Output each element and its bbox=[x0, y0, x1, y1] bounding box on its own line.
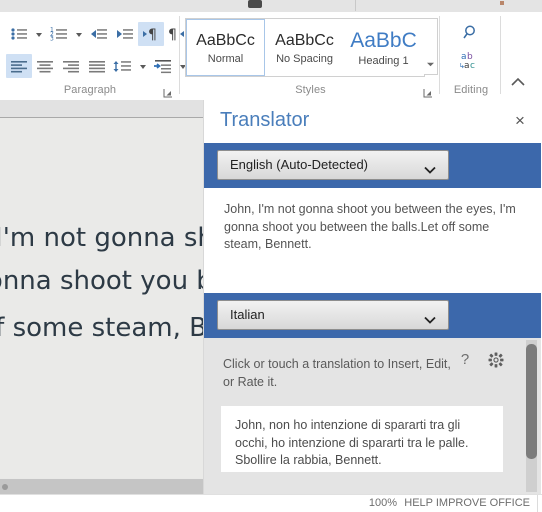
ribbon-group-paragraph: 1 2 3 ¶ ¶ Paragraph bbox=[0, 12, 186, 100]
group-separator bbox=[439, 16, 440, 94]
paragraph-row-1: 1 2 3 ¶ ¶ bbox=[6, 22, 190, 46]
source-language-dropdown[interactable]: English (Auto-Detected) bbox=[217, 150, 449, 180]
horizontal-scrollbar[interactable] bbox=[0, 479, 203, 495]
chevron-down-icon[interactable] bbox=[32, 22, 46, 46]
ribbon-group-styles: AaBbCc Normal AaBbCc No Spacing AaBbC He… bbox=[181, 12, 440, 100]
ribbon: 1 2 3 ¶ ¶ Paragraph AaBbCc Normal AaBbCc… bbox=[0, 12, 542, 101]
group-separator bbox=[500, 16, 501, 94]
align-center-icon[interactable] bbox=[32, 54, 58, 78]
line-spacing-icon[interactable] bbox=[110, 54, 136, 78]
chevron-up-icon[interactable] bbox=[508, 74, 528, 92]
align-right-icon[interactable] bbox=[58, 54, 84, 78]
vertical-scrollbar[interactable] bbox=[526, 340, 537, 492]
group-label-paragraph: Paragraph bbox=[63, 84, 117, 96]
group-label-styles: Styles bbox=[295, 84, 326, 96]
replace-ab-ac-icon[interactable]: a b ↳ a c bbox=[457, 48, 483, 72]
style-sample: AaBbC bbox=[350, 28, 417, 52]
document-page[interactable]: John, I'm not gonna shoot you between th… bbox=[0, 118, 203, 478]
zoom-level[interactable]: 100% bbox=[369, 497, 397, 509]
word-window: 1 2 3 ¶ ¶ Paragraph AaBbCc Normal AaBbCc… bbox=[0, 0, 542, 512]
help-improve-office-link[interactable]: HELP IMPROVE OFFICE bbox=[404, 497, 530, 509]
svg-text:c: c bbox=[470, 61, 475, 71]
document-line: Let off some steam, Bennett. bbox=[0, 313, 203, 343]
document-area: John, I'm not gonna shoot you between th… bbox=[0, 100, 203, 495]
status-bar: 100% HELP IMPROVE OFFICE bbox=[0, 494, 542, 512]
scroll-marker bbox=[2, 484, 8, 490]
translation-result-text: John, non ho intenzione di spararti tra … bbox=[235, 418, 469, 467]
translator-pane: Translator × English (Auto-Detected) Joh… bbox=[203, 100, 542, 495]
horizontal-ruler bbox=[0, 100, 203, 118]
numbered-list-icon[interactable]: 1 2 3 bbox=[46, 22, 72, 46]
chevron-down-icon[interactable] bbox=[72, 22, 86, 46]
source-text: John, I'm not gonna shoot you between th… bbox=[224, 202, 516, 251]
style-sample: AaBbCc bbox=[275, 31, 334, 49]
gear-icon[interactable] bbox=[487, 351, 505, 369]
svg-text:¶: ¶ bbox=[148, 27, 157, 43]
help-icon[interactable]: ? bbox=[456, 351, 474, 369]
svg-text:a: a bbox=[464, 61, 470, 71]
justify-icon[interactable] bbox=[84, 54, 110, 78]
shading-icon[interactable] bbox=[150, 54, 176, 78]
source-language-value: English (Auto-Detected) bbox=[230, 157, 369, 172]
style-item-no-spacing[interactable]: AaBbCc No Spacing bbox=[265, 19, 344, 76]
chevron-down-icon bbox=[424, 161, 436, 174]
magnifier-icon[interactable] bbox=[457, 21, 483, 45]
target-language-band: Italian bbox=[204, 293, 541, 338]
target-language-dropdown[interactable]: Italian bbox=[217, 300, 449, 330]
dialog-launcher[interactable] bbox=[163, 85, 173, 98]
align-left-icon[interactable] bbox=[6, 54, 32, 78]
scrollbar-thumb[interactable] bbox=[526, 344, 537, 459]
ribbon-tab-divider bbox=[355, 0, 356, 11]
style-name: Heading 1 bbox=[358, 54, 409, 67]
style-sample: AaBbCc bbox=[196, 31, 255, 49]
styles-gallery[interactable]: AaBbCc Normal AaBbCc No Spacing AaBbC He… bbox=[185, 18, 425, 77]
close-icon[interactable]: × bbox=[511, 112, 529, 130]
more-styles-icon[interactable] bbox=[424, 18, 438, 75]
source-language-band: English (Auto-Detected) bbox=[204, 143, 541, 188]
paragraph-row-2 bbox=[6, 54, 190, 78]
document-line: John, I'm not gonna shoot you between th… bbox=[0, 223, 203, 253]
bullet-list-icon[interactable] bbox=[6, 22, 32, 46]
ribbon-tab-tick-orange bbox=[500, 1, 504, 5]
page-title: Translator bbox=[220, 109, 310, 131]
decrease-indent-icon[interactable] bbox=[86, 22, 112, 46]
translation-result-card[interactable]: John, non ho intenzione di spararti tra … bbox=[221, 406, 503, 472]
ribbon-tab-marker bbox=[248, 0, 262, 8]
target-language-value: Italian bbox=[230, 307, 265, 322]
style-name: Normal bbox=[207, 52, 244, 65]
ribbon-group-editing: a b ↳ a c Editing bbox=[441, 12, 501, 100]
style-item-normal[interactable]: AaBbCc Normal bbox=[186, 19, 265, 76]
ltr-text-direction-icon[interactable]: ¶ bbox=[138, 22, 164, 46]
translation-hint: Click or touch a translation to Insert, … bbox=[223, 357, 451, 389]
document-line: I'm gonna shoot you between the balls. bbox=[0, 266, 203, 296]
style-item-heading-1[interactable]: AaBbC Heading 1 bbox=[344, 19, 423, 76]
translator-header: Translator × bbox=[204, 100, 541, 143]
ribbon-tabs-strip bbox=[0, 0, 542, 12]
group-separator bbox=[179, 16, 180, 94]
increase-indent-icon[interactable] bbox=[112, 22, 138, 46]
translation-results-area: Click or touch a translation to Insert, … bbox=[204, 338, 541, 494]
dialog-launcher[interactable] bbox=[423, 85, 433, 98]
svg-text:3: 3 bbox=[50, 36, 54, 43]
chevron-down-icon bbox=[424, 311, 436, 324]
style-name: No Spacing bbox=[276, 52, 333, 65]
group-label-editing: Editing bbox=[453, 84, 489, 96]
chevron-down-icon[interactable] bbox=[136, 54, 150, 78]
svg-text:¶: ¶ bbox=[168, 27, 177, 43]
source-text-box[interactable]: John, I'm not gonna shoot you between th… bbox=[204, 188, 541, 293]
status-bar-edge bbox=[537, 495, 538, 512]
